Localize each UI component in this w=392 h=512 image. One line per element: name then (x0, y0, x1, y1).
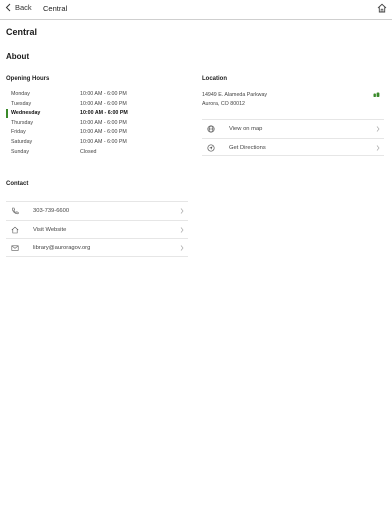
hours-time: 10:00 AM - 6:00 PM (80, 110, 128, 117)
phone-button[interactable]: 303-739-6600 (6, 201, 188, 220)
view-on-map-button[interactable]: View on map (202, 119, 384, 138)
hours-time: 10:00 AM - 6:00 PM (80, 138, 127, 145)
opening-hours-heading: Opening Hours (6, 76, 50, 82)
chevron-left-icon (5, 3, 11, 12)
hours-day: Sunday (11, 148, 29, 155)
address-line-2: Aurora, CO 80012 (202, 100, 245, 107)
hours-time: 10:00 AM - 6:00 PM (80, 100, 127, 107)
nav-title: Central (43, 4, 68, 13)
visit-website-label: Visit Website (33, 226, 67, 233)
hours-row-friday: Friday 10:00 AM - 6:00 PM (6, 128, 186, 138)
navigation-bar: Back Central (0, 0, 392, 19)
back-label: Back (15, 3, 32, 12)
opening-hours-table: Monday 10:00 AM - 6:00 PM Tuesday 10:00 … (6, 90, 186, 157)
chevron-right-icon (376, 126, 380, 132)
contact-list: 303-739-6600 Visit Website library@auror… (6, 201, 188, 257)
location-actions-list: View on map Get Directions (202, 119, 384, 156)
hours-day: Saturday (11, 138, 33, 145)
globe-icon (207, 125, 215, 133)
hours-row-tuesday: Tuesday 10:00 AM - 6:00 PM (6, 100, 186, 110)
phone-icon (12, 207, 19, 215)
navbar-divider (0, 19, 392, 20)
chevron-right-icon (180, 208, 184, 214)
view-on-map-label: View on map (229, 126, 263, 132)
chevron-right-icon (376, 144, 380, 151)
mail-icon (11, 245, 19, 251)
chevron-right-icon (180, 226, 184, 233)
hours-time: 10:00 AM - 6:00 PM (80, 119, 127, 126)
hours-row-sunday: Sunday Closed (6, 148, 186, 158)
hours-day: Thursday (11, 119, 34, 126)
address: 14949 E. Alameda Parkway Aurora, CO 8001… (202, 91, 267, 108)
address-line-1: 14949 E. Alameda Parkway (202, 92, 268, 98)
email-button[interactable]: library@auroragov.org (6, 238, 188, 257)
hours-day: Tuesday (11, 100, 32, 107)
hours-day: Monday (11, 91, 30, 97)
phone-label: 303-739-6600 (33, 208, 70, 214)
hours-time: 10:00 AM - 6:00 PM (80, 129, 127, 136)
current-day-marker (6, 109, 8, 119)
page-title: Central (6, 27, 38, 37)
hours-time: Closed (80, 148, 97, 155)
chevron-right-icon (180, 245, 184, 251)
hours-time: 10:00 AM - 6:00 PM (80, 91, 127, 97)
hours-row-wednesday: Wednesday 10:00 AM - 6:00 PM (6, 109, 186, 119)
hours-row-saturday: Saturday 10:00 AM - 6:00 PM (6, 138, 186, 148)
leaf-icon (373, 92, 380, 97)
home-icon[interactable] (377, 3, 387, 13)
back-button[interactable]: Back (5, 3, 32, 12)
get-directions-label: Get Directions (229, 144, 266, 151)
get-directions-button[interactable]: Get Directions (202, 137, 384, 156)
email-label: library@auroragov.org (33, 245, 91, 251)
contact-heading: Contact (6, 181, 29, 187)
directions-icon (207, 143, 215, 152)
hours-day: Friday (11, 129, 26, 136)
visit-website-button[interactable]: Visit Website (6, 219, 188, 239)
hours-row-thursday: Thursday 10:00 AM - 6:00 PM (6, 119, 186, 129)
hours-day: Wednesday (11, 110, 41, 117)
location-heading: Location (202, 76, 227, 82)
hours-row-monday: Monday 10:00 AM - 6:00 PM (6, 90, 186, 100)
home-icon (11, 226, 19, 233)
section-title-about: About (6, 52, 30, 61)
